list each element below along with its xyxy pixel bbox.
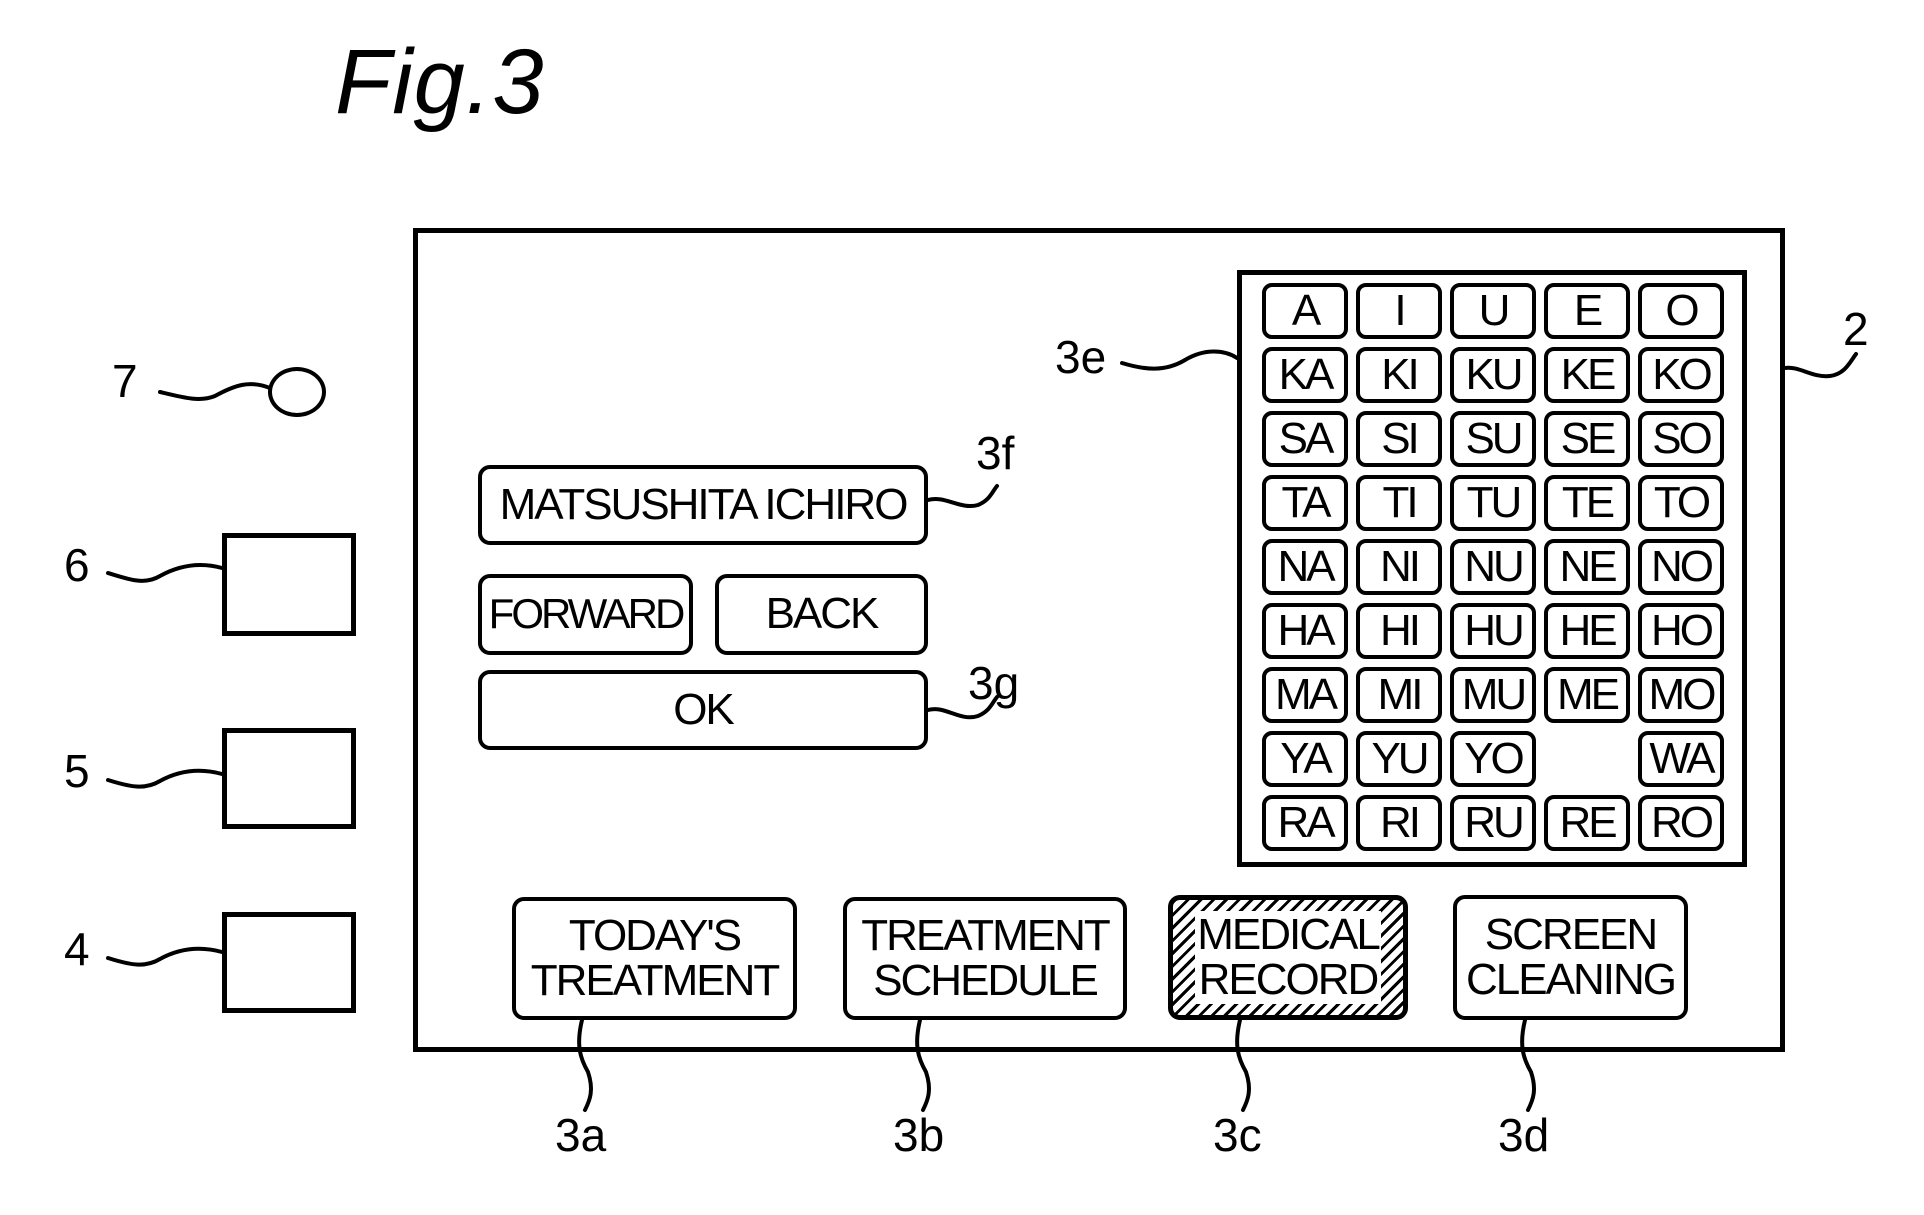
screen-cleaning-line1: SCREEN: [1484, 909, 1658, 959]
keypad-key-ke[interactable]: KE: [1544, 347, 1630, 403]
treatment-schedule-button[interactable]: TREATMENT SCHEDULE: [843, 897, 1127, 1020]
keypad-key-nu[interactable]: NU: [1450, 539, 1536, 595]
keypad-key-re[interactable]: RE: [1544, 795, 1630, 851]
keypad-key-yu[interactable]: YU: [1356, 731, 1442, 787]
device-button-5[interactable]: [222, 728, 356, 829]
keypad-key-ru[interactable]: RU: [1450, 795, 1536, 851]
leader-5: [106, 768, 224, 789]
keypad-key-ki[interactable]: KI: [1356, 347, 1442, 403]
medical-record-button[interactable]: MEDICAL RECORD: [1168, 895, 1408, 1020]
medical-record-line1: MEDICAL: [1197, 909, 1381, 959]
treatment-schedule-line2: SCHEDULE: [873, 955, 1099, 1005]
keypad-key-ho[interactable]: HO: [1638, 603, 1724, 659]
keypad-key-ro[interactable]: RO: [1638, 795, 1724, 851]
device-button-6[interactable]: [222, 533, 356, 636]
ref-label-6: 6: [64, 539, 90, 591]
screen-cleaning-button[interactable]: SCREEN CLEANING: [1453, 895, 1688, 1020]
keypad-key-u[interactable]: U: [1450, 283, 1536, 339]
treatment-schedule-line1: TREATMENT: [861, 910, 1111, 960]
keypad-key-he[interactable]: HE: [1544, 603, 1630, 659]
keypad-key-to[interactable]: TO: [1638, 475, 1724, 531]
todays-treatment-line1: TODAY'S: [568, 910, 742, 960]
keypad-key-mi[interactable]: MI: [1356, 667, 1442, 723]
keypad-key-no[interactable]: NO: [1638, 539, 1724, 595]
keypad-key-yo[interactable]: YO: [1450, 731, 1536, 787]
device-button-4[interactable]: [222, 912, 356, 1013]
keypad-key-ku[interactable]: KU: [1450, 347, 1536, 403]
keypad-key-ta[interactable]: TA: [1262, 475, 1348, 531]
ref-label-3d: 3d: [1498, 1109, 1550, 1161]
leader-6: [106, 562, 224, 583]
ref-label-2: 2: [1843, 303, 1869, 355]
ref-label-4: 4: [64, 923, 90, 975]
keypad-key-ko[interactable]: KO: [1638, 347, 1724, 403]
ok-button[interactable]: OK: [478, 670, 928, 750]
keypad-key-hu[interactable]: HU: [1450, 603, 1536, 659]
keypad-key-o[interactable]: O: [1638, 283, 1724, 339]
keypad-key-ra[interactable]: RA: [1262, 795, 1348, 851]
todays-treatment-button[interactable]: TODAY'S TREATMENT: [512, 897, 797, 1020]
keypad-key-so[interactable]: SO: [1638, 411, 1724, 467]
forward-button[interactable]: FORWARD: [478, 574, 693, 655]
todays-treatment-line2: TREATMENT: [530, 955, 781, 1005]
keypad-key-ni[interactable]: NI: [1356, 539, 1442, 595]
keypad-key-mo[interactable]: MO: [1638, 667, 1724, 723]
syllable-keypad: A I U E O KA KI KU KE KO SA SI SU SE SO TA TI TU TE TO NA NI N…: [1237, 270, 1747, 867]
keypad-key-hi[interactable]: HI: [1356, 603, 1442, 659]
keypad-key-te[interactable]: TE: [1544, 475, 1630, 531]
keypad-key-ri[interactable]: RI: [1356, 795, 1442, 851]
screen-cleaning-line2: CLEANING: [1466, 954, 1677, 1004]
keypad-key-se[interactable]: SE: [1544, 411, 1630, 467]
leader-7: [158, 382, 272, 401]
keypad-key-su[interactable]: SU: [1450, 411, 1536, 467]
keypad-key-mu[interactable]: MU: [1450, 667, 1536, 723]
keypad-key-i[interactable]: I: [1356, 283, 1442, 339]
keypad-key-a[interactable]: A: [1262, 283, 1348, 339]
ref-label-3c: 3c: [1213, 1109, 1262, 1161]
keypad-key-ka[interactable]: KA: [1262, 347, 1348, 403]
patient-name-field[interactable]: MATSUSHITA ICHIRO: [478, 465, 928, 545]
keypad-key-e[interactable]: E: [1544, 283, 1630, 339]
keypad-key-na[interactable]: NA: [1262, 539, 1348, 595]
ref-label-5: 5: [64, 745, 90, 797]
back-button[interactable]: BACK: [715, 574, 928, 655]
medical-record-line2: RECORD: [1198, 954, 1380, 1004]
keypad-key-ya[interactable]: YA: [1262, 731, 1348, 787]
leader-4: [106, 946, 224, 967]
ref-label-7: 7: [112, 355, 138, 407]
keypad-key-wa[interactable]: WA: [1638, 731, 1724, 787]
ref-label-3b: 3b: [893, 1109, 945, 1161]
indicator-lamp-icon: [268, 367, 326, 417]
keypad-key-me[interactable]: ME: [1544, 667, 1630, 723]
keypad-key-ma[interactable]: MA: [1262, 667, 1348, 723]
keypad-key-ha[interactable]: HA: [1262, 603, 1348, 659]
keypad-key-ne[interactable]: NE: [1544, 539, 1630, 595]
keypad-key-ti[interactable]: TI: [1356, 475, 1442, 531]
ref-label-3a: 3a: [555, 1109, 607, 1161]
keypad-key-tu[interactable]: TU: [1450, 475, 1536, 531]
leader-2: [1783, 352, 1858, 379]
keypad-key-si[interactable]: SI: [1356, 411, 1442, 467]
keypad-key-sa[interactable]: SA: [1262, 411, 1348, 467]
keypad-empty-cell: [1544, 731, 1630, 787]
